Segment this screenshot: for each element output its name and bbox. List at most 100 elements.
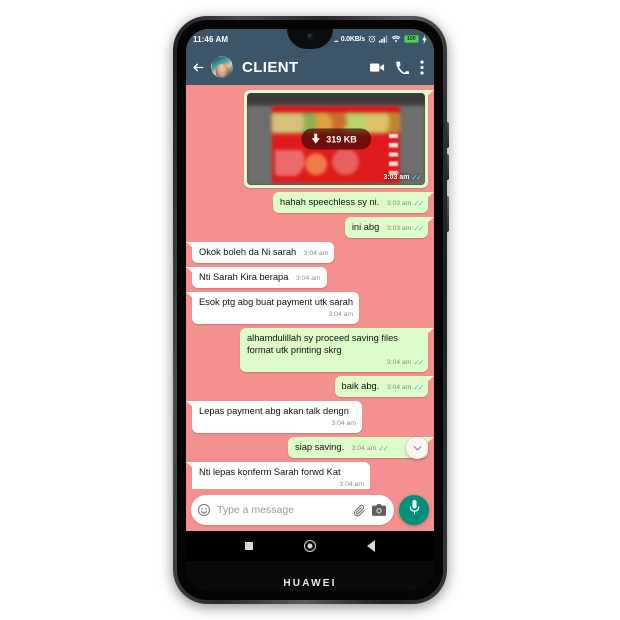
read-receipt-icon: ✓✓ <box>413 224 423 233</box>
back-arrow-icon[interactable] <box>190 58 206 76</box>
message-time: 3:04 am <box>328 311 354 318</box>
front-camera-icon <box>306 33 314 40</box>
message-meta: 3:03 am ✓✓ <box>386 198 424 210</box>
message-meta: 3:04 am <box>296 273 321 285</box>
thumbnail-right-column <box>389 134 399 176</box>
message-time: 3:04 am <box>386 384 412 391</box>
message-text: Lepas payment abg akan talk dengn <box>199 406 349 416</box>
chat-app-bar: CLIENT <box>186 49 434 85</box>
message-text: siap saving. <box>295 442 345 452</box>
read-receipt-icon: ✓✓ <box>413 383 423 392</box>
message-row: Esok ptg abg buat payment utk sarah 3:04… <box>186 292 428 324</box>
android-navigation-bar <box>186 531 434 561</box>
phone-bezel: 11:46 AM ... 0.0KB/s 100 CLIENT 319 KB 3… <box>177 20 443 600</box>
message-text: hahah speechless sy ni. <box>280 197 380 207</box>
wifi-icon <box>391 35 401 43</box>
more-vert-icon[interactable] <box>420 59 424 75</box>
download-button[interactable]: 319 KB <box>301 128 371 150</box>
message-row: Nti lepas konferm Sarah forwd Kat 3:04 a… <box>186 462 428 489</box>
message-time: 3:04 am <box>339 481 364 488</box>
message-text: alhamdulillah sy proceed saving files fo… <box>247 333 398 355</box>
whatsapp-app: 11:46 AM ... 0.0KB/s 100 CLIENT 319 KB 3… <box>186 29 434 561</box>
message-meta: 3:04 am <box>199 418 356 430</box>
message-meta: 3:04 am <box>304 248 329 260</box>
message-time: 3:04 am <box>386 359 412 366</box>
message-bubble-outgoing[interactable]: baik abg. 3:04 am ✓✓ <box>334 376 434 397</box>
message-bubble-outgoing[interactable]: ini abg 3:03 am ✓✓ <box>344 217 434 238</box>
device-brand-label: HUAWEI <box>283 577 337 589</box>
message-input[interactable]: Type a message <box>217 504 347 516</box>
message-row: 319 KB 3:03 am ✓✓ <box>192 90 434 188</box>
message-meta: 3:04 am <box>199 309 353 321</box>
status-bar-indicators: ... 0.0KB/s 100 <box>334 34 427 44</box>
read-receipt-icon: ✓✓ <box>411 173 421 182</box>
video-call-icon[interactable] <box>370 62 385 73</box>
notification-dots: ... <box>334 34 339 44</box>
message-bubble-incoming[interactable]: Esok ptg abg buat payment utk sarah 3:04… <box>186 292 360 324</box>
message-time: 3:04 am <box>351 445 377 452</box>
paperclip-icon[interactable] <box>353 504 366 517</box>
message-meta: 3:04 am <box>199 479 364 489</box>
message-text: Nti lepas konferm Sarah forwd Kat <box>199 467 341 477</box>
read-receipt-icon: ✓✓ <box>413 199 423 208</box>
contact-name: CLIENT <box>242 58 299 76</box>
home-circle-icon[interactable] <box>303 540 316 552</box>
cellular-signal-icon <box>379 35 388 43</box>
emoji-smiley-icon[interactable] <box>197 503 211 517</box>
phone-call-icon[interactable] <box>396 61 409 74</box>
charging-bolt-icon <box>422 34 427 44</box>
message-meta: 3:04 am ✓✓ <box>247 357 424 369</box>
message-input-container[interactable]: Type a message <box>191 495 394 525</box>
device-chin: HUAWEI <box>186 572 434 594</box>
voice-record-button[interactable] <box>399 495 429 525</box>
message-text: baik abg. <box>341 381 380 391</box>
message-row: siap saving. 3:04 am ✓✓ <box>192 437 434 458</box>
camera-icon[interactable] <box>372 504 386 516</box>
message-row: Lepas payment abg akan talk dengn 3:04 a… <box>186 401 428 433</box>
message-time: 3:04 am <box>296 275 321 282</box>
back-triangle-icon[interactable] <box>366 540 375 552</box>
message-meta: 3:04 am ✓✓ <box>386 382 424 394</box>
message-row: hahah speechless sy ni. 3:03 am ✓✓ <box>192 192 434 213</box>
battery-indicator: 100 <box>404 35 419 43</box>
screenshot-stage: 11:46 AM ... 0.0KB/s 100 CLIENT 319 KB 3… <box>0 0 620 620</box>
message-bubble-outgoing[interactable]: alhamdulillah sy proceed saving files fo… <box>240 328 434 372</box>
message-meta: 3:04 am ✓✓ <box>351 443 389 455</box>
message-time: 3:03 am <box>386 200 412 207</box>
scroll-to-bottom-button[interactable] <box>406 437 428 459</box>
network-speed-label: 0.0KB/s <box>340 35 365 43</box>
message-text: Okok boleh da Ni sarah <box>199 247 297 257</box>
image-thumbnail[interactable]: 319 KB 3:03 am ✓✓ <box>247 93 425 185</box>
message-bubble-incoming[interactable]: Lepas payment abg akan talk dengn 3:04 a… <box>186 401 362 433</box>
recents-square-icon[interactable] <box>245 542 254 550</box>
message-bubble-incoming[interactable]: Okok boleh da Ni sarah 3:04 am <box>186 242 335 263</box>
message-time: 3:03 am <box>386 225 412 232</box>
message-bubble-outgoing[interactable]: hahah speechless sy ni. 3:03 am ✓✓ <box>273 192 434 213</box>
message-meta: 3:03 am ✓✓ <box>386 223 424 235</box>
phone-frame: 11:46 AM ... 0.0KB/s 100 CLIENT 319 KB 3… <box>173 16 447 604</box>
message-meta: 3:03 am ✓✓ <box>383 173 422 182</box>
alarm-icon <box>368 35 376 43</box>
message-bubble-incoming[interactable]: Nti Sarah Kira berapa 3:04 am <box>186 267 327 288</box>
message-time: 3:04 am <box>331 420 356 427</box>
message-bubble-incoming[interactable]: Nti lepas konferm Sarah forwd Kat 3:04 a… <box>186 462 370 489</box>
message-text: Esok ptg abg buat payment utk sarah <box>199 297 354 307</box>
message-row: Okok boleh da Ni sarah 3:04 am <box>186 242 428 263</box>
message-row: Nti Sarah Kira berapa 3:04 am <box>186 267 428 288</box>
message-time: 3:03 am <box>383 174 410 181</box>
phone-screen: 11:46 AM ... 0.0KB/s 100 CLIENT 319 KB 3… <box>186 29 434 591</box>
contact-avatar[interactable] <box>211 56 233 78</box>
download-size-label: 319 KB <box>326 134 357 144</box>
message-list[interactable]: 319 KB 3:03 am ✓✓ hahah speechless sy ni… <box>186 85 434 489</box>
microphone-icon <box>409 500 420 520</box>
image-message-bubble[interactable]: 319 KB 3:03 am ✓✓ <box>244 90 434 188</box>
read-receipt-icon: ✓✓ <box>378 444 388 453</box>
status-bar-clock: 11:46 AM <box>193 34 229 44</box>
message-row: baik abg. 3:04 am ✓✓ <box>192 376 434 397</box>
composer-bar: Type a message <box>186 489 434 531</box>
download-arrow-icon <box>311 133 320 145</box>
message-text: Nti Sarah Kira berapa <box>199 272 289 282</box>
message-row: ini abg 3:03 am ✓✓ <box>192 217 434 238</box>
thumbnail-content-blocks <box>275 150 374 176</box>
app-bar-actions <box>370 59 426 75</box>
